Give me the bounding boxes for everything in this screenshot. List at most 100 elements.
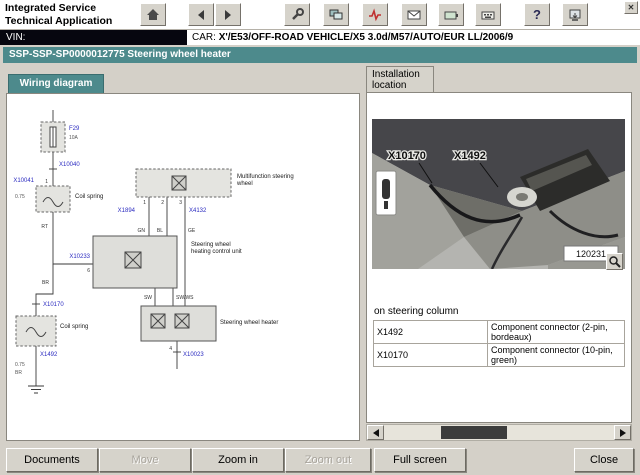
installation-photo: X10170 X1492 120231 <box>372 119 625 269</box>
coil-spring-top-label: Coil spring <box>75 194 103 200</box>
move-button: Move <box>99 448 191 472</box>
document-title-bar: SSP-SSP-SP0000012775 Steering wheel heat… <box>3 47 637 63</box>
forward-button[interactable] <box>215 3 241 26</box>
battery-icon <box>443 7 459 23</box>
vehicle-bar: VIN: CAR: X'/E53/OFF-ROAD VEHICLE/X5 3.0… <box>0 30 640 45</box>
pin-label: 1 <box>143 200 146 206</box>
top-bar: Integrated Service Technical Application <box>0 0 640 30</box>
wire-ge-label: GE <box>188 228 196 234</box>
tab-wiring-label: Wiring diagram <box>20 78 93 89</box>
pin-label: 1 <box>45 179 48 185</box>
scroll-right-button[interactable] <box>614 425 631 440</box>
scroll-right-icon <box>620 429 626 437</box>
help-button[interactable]: ? <box>524 3 550 26</box>
magnifier-icon <box>608 255 621 268</box>
connector-label-x10233: X10233 <box>69 254 90 260</box>
coil-spring-bottom-component <box>16 316 56 346</box>
wire-br-label: BR <box>42 280 49 286</box>
full-screen-button[interactable]: Full screen <box>374 448 466 472</box>
wire-br-spec-label: BR <box>15 370 22 376</box>
ground-symbol <box>28 386 44 393</box>
wiring-diagram-panel: F29 10A X10040 1 0.75 X10041 Coil spring… <box>6 93 360 441</box>
wiring-diagram: F29 10A X10040 1 0.75 X10041 Coil spring… <box>7 94 359 440</box>
pin-label: 2 <box>161 200 164 206</box>
table-row[interactable]: X10170 Component connector (10-pin, gree… <box>374 344 625 367</box>
pin-label: 3 <box>179 200 182 206</box>
horizontal-scrollbar[interactable] <box>366 424 632 441</box>
wrench-icon <box>289 7 305 23</box>
wire-swws-label: SW/WS <box>176 295 194 301</box>
connector-id: X10170 <box>374 344 488 367</box>
tab-installation-location[interactable]: Installation location <box>366 66 434 92</box>
control-unit-component <box>93 236 177 288</box>
installation-caption: on steering column <box>374 306 459 317</box>
wire-bl-label: BL <box>157 228 163 234</box>
tab-installation-line1: Installation <box>372 69 433 80</box>
document-title: SSP-SSP-SP0000012775 Steering wheel heat… <box>9 49 231 60</box>
fuse-rating-label: 10A <box>69 135 79 141</box>
documents-button[interactable]: Documents <box>6 448 98 472</box>
connector-table: X1492 Component connector (2-pin, bordea… <box>373 320 625 367</box>
connector-desc: Component connector (2-pin, bordeaux) <box>488 321 625 344</box>
document-close-button[interactable]: ✕ <box>624 1 638 14</box>
app-brand: Integrated Service Technical Application <box>5 2 112 27</box>
multifunction-label-line1: Multifunction steering <box>237 174 294 180</box>
fuse-component <box>41 122 65 152</box>
console-button[interactable] <box>562 3 588 26</box>
monitors-icon <box>328 7 344 23</box>
multifunction-wheel-component <box>136 169 231 197</box>
home-button[interactable] <box>140 3 166 26</box>
zoom-out-button: Zoom out <box>285 448 371 472</box>
wire-sw-label: SW <box>144 295 152 301</box>
car-line: CAR: X'/E53/OFF-ROAD VEHICLE/X5 3.0d/M57… <box>192 30 513 45</box>
zoom-in-button[interactable]: Zoom in <box>192 448 284 472</box>
back-button[interactable] <box>188 3 214 26</box>
fuse-id-label: F29 <box>69 126 80 132</box>
multifunction-label-line2: wheel <box>236 181 253 187</box>
home-icon <box>145 7 161 23</box>
installation-panel: X10170 X1492 120231 on steering column X… <box>366 92 632 423</box>
tab-installation-line2: location <box>372 80 433 91</box>
wire-gauge-label: 0.75 <box>15 362 25 368</box>
scrollbar-thumb[interactable] <box>441 426 507 439</box>
connector-label-x10170: X10170 <box>43 302 64 308</box>
connector-desc: Component connector (10-pin, green) <box>488 344 625 367</box>
photo-label-x10170: X10170 <box>388 150 426 162</box>
service-functions-button[interactable] <box>284 3 310 26</box>
wire-gn-label: GN <box>138 228 146 234</box>
car-label: CAR: <box>192 32 216 43</box>
steering-column-photo: X10170 X1492 120231 <box>372 119 625 269</box>
workshop-display-button[interactable] <box>323 3 349 26</box>
coil-spring-top-component <box>36 186 70 212</box>
photo-reference-number: 120231 <box>576 249 606 259</box>
console-icon <box>567 7 583 23</box>
connector-label-x1894: X1894 <box>118 208 136 214</box>
app-brand-line2: Technical Application <box>5 15 112 28</box>
wire-rt-label: RT <box>41 224 48 230</box>
connector-label-x4132: X4132 <box>189 208 207 214</box>
close-button[interactable]: Close <box>574 448 634 472</box>
connector-label-x1492: X1492 <box>40 352 58 358</box>
messages-button[interactable] <box>401 3 427 26</box>
position-indicator <box>376 171 396 215</box>
connector-label-x10040: X10040 <box>59 162 80 168</box>
photo-magnify-button[interactable] <box>606 253 623 270</box>
help-icon: ? <box>533 7 541 22</box>
back-icon <box>193 7 209 23</box>
car-value: X'/E53/OFF-ROAD VEHICLE/X5 3.0d/M57/AUTO… <box>219 32 514 43</box>
mail-icon <box>406 7 422 23</box>
table-row[interactable]: X1492 Component connector (2-pin, bordea… <box>374 321 625 344</box>
tab-wiring-diagram[interactable]: Wiring diagram <box>8 74 104 93</box>
coil-spring-bottom-label: Coil spring <box>60 324 88 330</box>
scroll-left-button[interactable] <box>367 425 384 440</box>
connection-icon <box>367 7 383 23</box>
scroll-left-icon <box>373 429 379 437</box>
control-unit-label-line2: heating control unit <box>191 249 242 255</box>
pin-label: 4 <box>169 346 172 352</box>
keyboard-button[interactable] <box>475 3 501 26</box>
app-brand-line1: Integrated Service <box>5 2 112 15</box>
connection-status-button[interactable] <box>362 3 388 26</box>
wire-gauge-label: 0.75 <box>15 194 25 200</box>
photo-label-x1492: X1492 <box>454 150 486 162</box>
battery-status-button[interactable] <box>438 3 464 26</box>
